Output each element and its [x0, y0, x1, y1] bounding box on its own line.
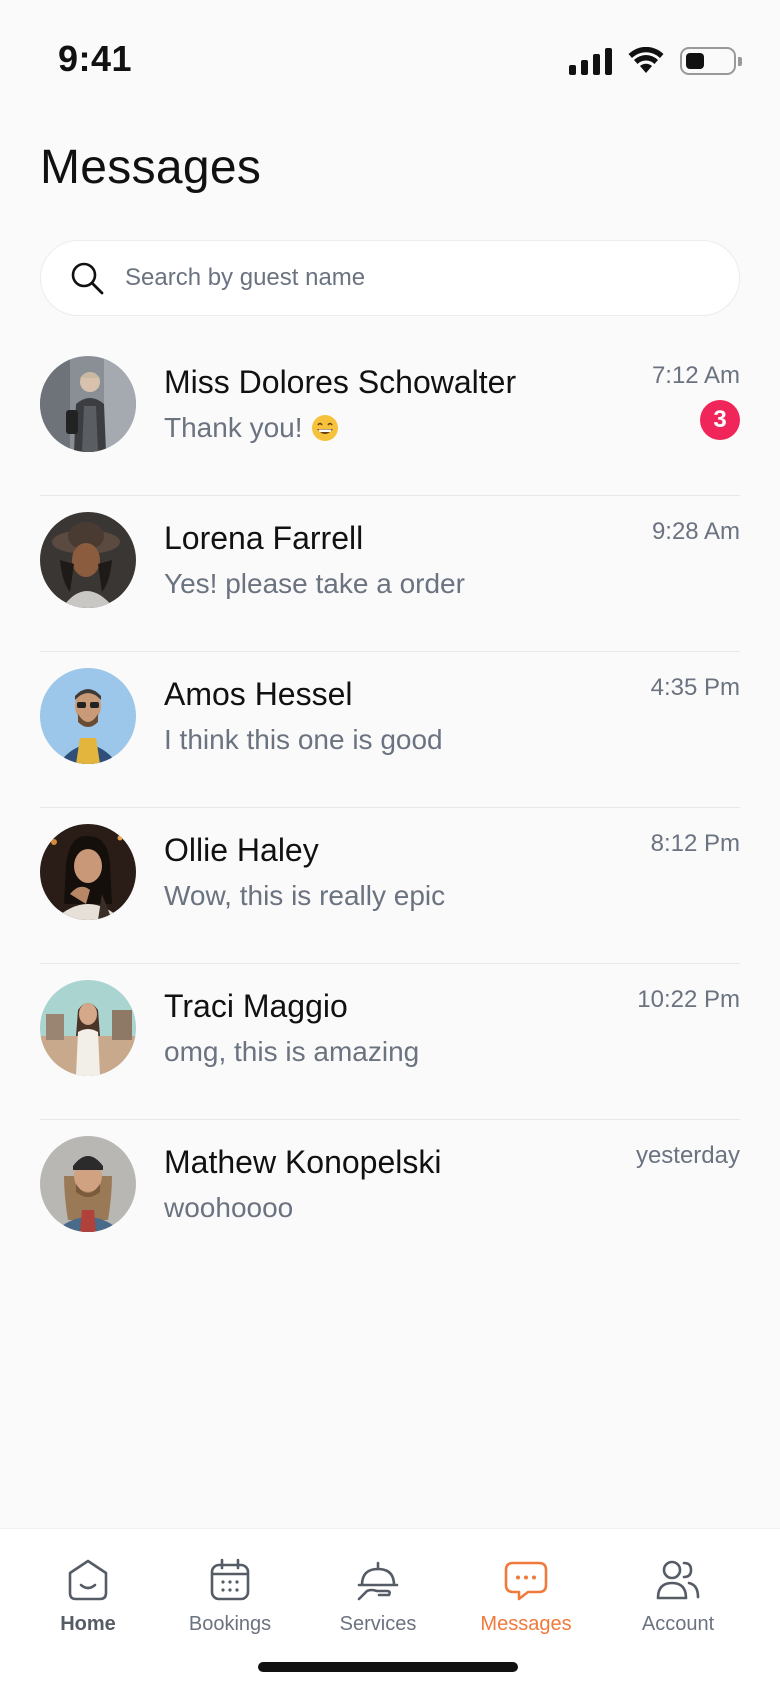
- message-time: yesterday: [635, 1142, 740, 1169]
- conversation-row[interactable]: Amos Hessel I think this one is good 4:3…: [40, 652, 740, 808]
- message-preview: Thank you!: [164, 412, 339, 444]
- conversation-row[interactable]: Mathew Konopelski woohoooo yesterday: [40, 1120, 740, 1276]
- message-preview: Yes! please take a order: [164, 568, 465, 600]
- status-icons: [569, 44, 742, 78]
- tab-bookings[interactable]: Bookings: [160, 1555, 300, 1636]
- tab-label: Services: [339, 1613, 417, 1635]
- message-preview: Wow, this is really epic: [164, 880, 445, 912]
- conversation-row[interactable]: Traci Maggio omg, this is amazing 10:22 …: [40, 964, 740, 1120]
- avatar: [40, 980, 136, 1076]
- grinning-face-icon: [311, 415, 338, 441]
- message-preview-text: woohoooo: [164, 1192, 294, 1223]
- message-time: 10:22 Pm: [637, 986, 740, 1013]
- status-bar: 9:41: [0, 0, 780, 120]
- messages-screen: 9:41 Messages Search by guest name Miss …: [0, 0, 780, 1688]
- home-icon: [68, 1559, 108, 1601]
- message-time: 8:12 Pm: [650, 830, 740, 857]
- message-preview-text: omg, this is amazing: [164, 1036, 420, 1067]
- avatar: [40, 668, 136, 764]
- message-time: 4:35 Pm: [650, 674, 740, 701]
- users-icon: [656, 1560, 700, 1600]
- tab-label: Messages: [480, 1613, 572, 1635]
- contact-name: Traci Maggio: [164, 988, 348, 1024]
- tab-bar: Home Bookings Services Messages Account: [0, 1528, 780, 1688]
- conversation-list: Miss Dolores Schowalter Thank you! 7:12 …: [40, 340, 740, 1276]
- conversation-row[interactable]: Ollie Haley Wow, this is really epic 8:1…: [40, 808, 740, 964]
- battery-icon: [680, 47, 742, 75]
- tab-home[interactable]: Home: [18, 1555, 158, 1636]
- tab-label: Account: [641, 1613, 715, 1635]
- contact-name: Mathew Konopelski: [164, 1144, 442, 1180]
- message-preview: woohoooo: [164, 1192, 293, 1224]
- conversation-row[interactable]: Lorena Farrell Yes! please take a order …: [40, 496, 740, 652]
- avatar: [40, 1136, 136, 1232]
- message-time: 9:28 Am: [651, 518, 740, 545]
- wifi-icon: [628, 47, 664, 73]
- cellular-signal-icon: [569, 47, 612, 75]
- tab-label: Bookings: [188, 1613, 272, 1635]
- message-preview-text: I think this one is good: [164, 724, 443, 755]
- message-preview-text: Thank you!: [164, 412, 303, 443]
- conversation-row[interactable]: Miss Dolores Schowalter Thank you! 7:12 …: [40, 340, 740, 496]
- avatar: [40, 512, 136, 608]
- message-preview-text: Yes! please take a order: [164, 568, 465, 599]
- search-bar[interactable]: [40, 240, 740, 316]
- contact-name: Ollie Haley: [164, 832, 319, 868]
- unread-count-badge: 3: [700, 400, 740, 440]
- tab-services[interactable]: Services: [308, 1555, 448, 1636]
- calendar-icon: [210, 1558, 250, 1601]
- contact-name: Miss Dolores Schowalter: [164, 364, 517, 400]
- tab-messages[interactable]: Messages: [456, 1555, 596, 1636]
- home-indicator: [258, 1662, 518, 1672]
- message-preview: I think this one is good: [164, 724, 443, 756]
- tab-label: Home: [60, 1613, 116, 1635]
- contact-name: Amos Hessel: [164, 676, 353, 712]
- message-preview-text: Wow, this is really epic: [164, 880, 446, 911]
- page-title: Messages: [40, 141, 262, 194]
- avatar: [40, 356, 136, 452]
- message-time: 7:12 Am: [651, 362, 740, 389]
- message-preview: omg, this is amazing: [164, 1036, 419, 1068]
- avatar: [40, 824, 136, 920]
- contact-name: Lorena Farrell: [164, 520, 364, 556]
- tab-account[interactable]: Account: [608, 1555, 748, 1636]
- search-icon: [67, 258, 107, 298]
- search-input[interactable]: [125, 241, 739, 315]
- chat-bubble-icon: [504, 1561, 548, 1601]
- status-time: 9:41: [58, 38, 133, 79]
- cloche-service-icon: [357, 1561, 399, 1601]
